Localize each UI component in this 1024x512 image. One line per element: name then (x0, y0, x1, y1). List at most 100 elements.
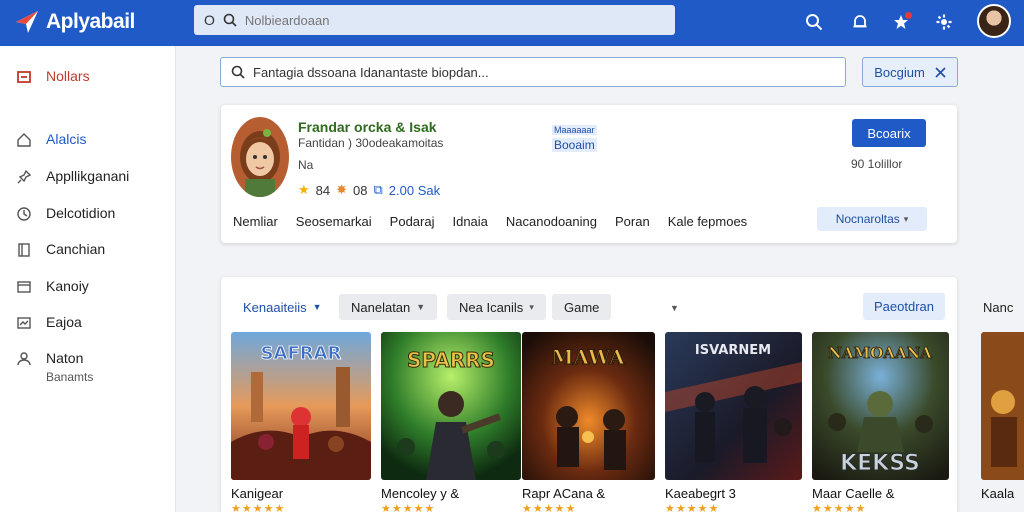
sidebar-item-alalcis[interactable]: Alalcis (16, 131, 86, 148)
chart-icon (17, 317, 31, 329)
game-cover-subtitle: KEKSS (840, 451, 920, 476)
sidebar-item-label: Delcotidion (46, 205, 116, 221)
search-clear-label: Bocgium (874, 64, 925, 80)
content-search-input[interactable] (253, 64, 813, 80)
sidebar-item-nollars[interactable]: Nollars (16, 68, 90, 85)
sidebar-item-canchian[interactable]: Canchian (16, 241, 105, 258)
game-card[interactable]: ISVARNEM Kaeabegrt 3 ★★★★★ (665, 332, 805, 512)
sidebar-item-label: Canchian (46, 241, 106, 257)
people-icon (17, 352, 31, 366)
game-title: Rapr ACana & (522, 486, 606, 501)
developer-portrait-icon (231, 117, 289, 197)
download-icon: ⧉ (373, 182, 383, 197)
sidebar-item-eajoa[interactable]: Eajoa (16, 314, 82, 331)
chevron-down-icon: ▾ (529, 301, 534, 312)
app-logo[interactable]: Aplyabail (14, 9, 135, 35)
filter-label: Kenaaiteiis (243, 299, 307, 315)
filter-label: Nea Icanils (459, 299, 524, 315)
game-title: Kanigear (231, 486, 284, 501)
developer-profile-card: Frandar orcka & Isak Fantidan ) 30odeaka… (221, 105, 957, 243)
developer-stats: ★ 84 ✸ 08 ⧉ 2.00 Sak (298, 182, 440, 198)
filter-game[interactable]: Game (552, 294, 612, 320)
follow-button[interactable]: Bcoarix (852, 119, 926, 147)
games-action-button[interactable]: Paeotdran (863, 293, 945, 320)
tab-nacanodoaning[interactable]: Nacanodoaning (506, 214, 597, 229)
developer-name: Frandar orcka & Isak (298, 119, 437, 135)
sidebar-item-label: Naton (46, 350, 84, 366)
tab-podaraj[interactable]: Podaraj (390, 214, 435, 229)
tab-idnaia[interactable]: Idnaia (452, 214, 487, 229)
game-card[interactable]: SPARRS Mencoley y & ★★★★★ (381, 332, 521, 512)
rating-value: 84 (315, 182, 331, 198)
game-card[interactable]: NAMOAANA KEKSS Maar Caelle & ★★★★★ (812, 332, 952, 512)
game-cover: SPARRS (381, 332, 521, 480)
book-icon (18, 243, 30, 257)
badge-line-1: Maaaaaar (552, 125, 597, 135)
overflow-filter-label[interactable]: Nanc (983, 300, 1013, 315)
home-icon (17, 133, 31, 147)
pin-icon (17, 169, 32, 184)
search-icon (231, 65, 245, 79)
filter-kenaaiteiis[interactable]: Kenaaiteiis ▼ (231, 294, 334, 320)
inbox-icon (17, 71, 31, 83)
alerts-button[interactable] (889, 10, 913, 34)
sidebar-item-kanoiy[interactable]: Kanoiy (16, 278, 89, 295)
developer-avatar (231, 117, 289, 197)
tab-seosemarkai[interactable]: Seosemarkai (296, 214, 372, 229)
game-cover: NAMOAANA KEKSS (812, 332, 949, 480)
content-search[interactable] (220, 57, 846, 87)
sidebar: Nollars Alalcis Appllikganani Delcotidio… (0, 46, 176, 512)
game-cover-title: SPARRS (407, 348, 495, 372)
tab-nemliar[interactable]: Nemliar (233, 214, 278, 229)
game-cover: SAFRAR (231, 332, 371, 480)
sidebar-item-label: Nollars (46, 68, 90, 84)
chevron-down-icon: ▼ (312, 302, 322, 312)
game-cover (981, 332, 1024, 480)
profile-tabs: Nemliar Seosemarkai Podaraj Idnaia Nacan… (233, 214, 765, 229)
rating-value-2: 08 (353, 182, 368, 198)
more-dropdown-label: Nocnaroltas (835, 212, 900, 226)
window-icon (17, 281, 31, 293)
filter-nea-icanils[interactable]: Nea Icanils ▾ (447, 294, 546, 320)
game-rating-stars: ★★★★★ (522, 503, 577, 512)
game-rating-stars: ★★★★★ (665, 503, 720, 512)
game-rating-stars: ★★★★★ (812, 503, 867, 512)
sidebar-item-delcotidion[interactable]: Delcotidion (16, 205, 115, 222)
game-cover: MAWA (522, 332, 655, 480)
developer-subtitle: Fantidan ) 30odeakamoitas (298, 136, 444, 150)
filter-label: Nanelatan (351, 299, 411, 315)
global-search-input[interactable] (244, 12, 645, 28)
sidebar-item-appllikganani[interactable]: Appllikganani (16, 168, 129, 185)
download-count: 2.00 Sak (388, 182, 441, 198)
game-cover-title: ISVARNEM (695, 343, 771, 358)
settings-button[interactable] (932, 10, 956, 34)
sidebar-item-naton[interactable]: Naton Banamts (16, 350, 93, 384)
game-title: Mencoley y & (381, 486, 460, 501)
game-rating-stars: ★★★★★ (381, 503, 436, 512)
user-avatar[interactable] (977, 4, 1011, 38)
close-icon (935, 66, 946, 78)
tab-kale-fepmoes[interactable]: Kale fepmoes (668, 214, 748, 229)
search-clear-button[interactable]: Bocgium (862, 57, 958, 87)
chevron-down-icon: ▼ (416, 302, 426, 312)
game-cover-title: NAMOAANA (828, 344, 932, 362)
sidebar-item-label: Eajoa (46, 314, 82, 330)
game-card-partial[interactable]: Kaala (981, 332, 1024, 501)
game-card[interactable]: MAWA Rapr ACana & ★★★★★ (522, 332, 662, 512)
game-cover-title: SAFRAR (261, 343, 342, 364)
game-card[interactable]: SAFRAR Kanigear ★★★★★ (231, 332, 371, 512)
search-icon (806, 14, 823, 31)
global-search[interactable]: O (194, 5, 675, 35)
more-dropdown[interactable]: Nocnaroltas ▾ (817, 207, 927, 231)
game-title: Kaala (981, 486, 1015, 501)
logo-icon (16, 11, 38, 33)
developer-badge[interactable]: Maaaaaar Booaim (552, 122, 597, 153)
chevron-down-icon[interactable]: ▼ (670, 303, 679, 313)
search-button[interactable] (802, 10, 826, 34)
tab-poran[interactable]: Poran (615, 214, 650, 229)
game-rating-stars: ★★★★★ (231, 503, 286, 512)
notifications-button[interactable] (848, 10, 872, 34)
top-bar: Aplyabail O (0, 0, 1024, 46)
game-title: Maar Caelle & (812, 486, 895, 501)
filter-nanelatan[interactable]: Nanelatan ▼ (339, 294, 438, 320)
